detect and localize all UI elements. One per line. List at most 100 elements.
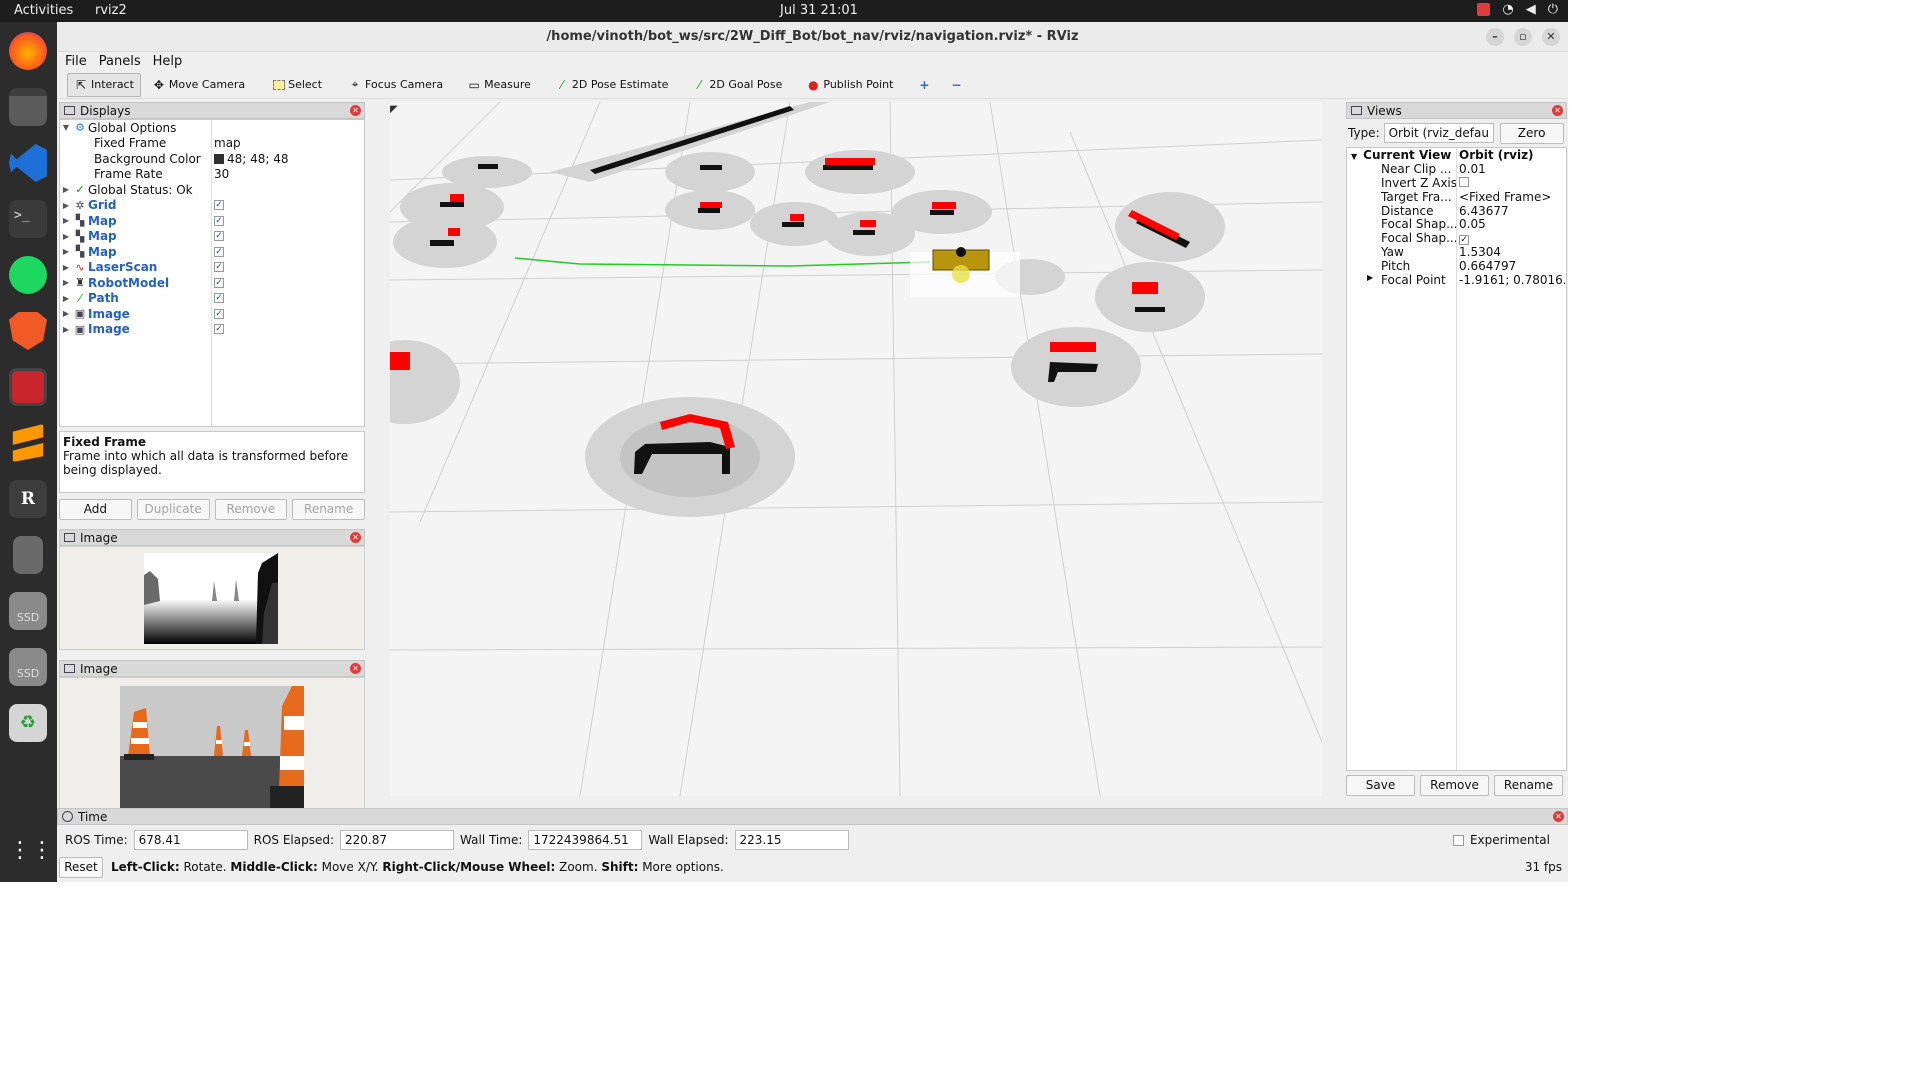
enable-checkbox[interactable]: ✓ [214, 324, 224, 335]
maximize-button[interactable]: ▫ [1514, 28, 1532, 46]
terminal-icon[interactable]: >_ [9, 200, 47, 238]
add-tool-button[interactable]: + [910, 73, 938, 97]
firefox-icon[interactable] [9, 32, 47, 70]
trash-icon[interactable]: ♻ [9, 704, 47, 742]
focal-shape-checkbox[interactable]: ✓ [1459, 235, 1469, 246]
close-button[interactable]: ✕ [1542, 28, 1560, 46]
chevron-right-icon[interactable]: ▶ [60, 325, 72, 334]
chevron-right-icon[interactable]: ▶ [60, 232, 72, 241]
ros-time-field[interactable]: 678.41 [133, 830, 248, 850]
menu-panels[interactable]: Panels [99, 52, 141, 71]
remove-tool-button[interactable]: − [942, 73, 970, 97]
rename-view-button[interactable]: Rename [1494, 775, 1563, 796]
wall-elapsed-field[interactable]: 223.15 [734, 830, 849, 850]
save-view-button[interactable]: Save [1346, 775, 1415, 796]
drive-icon[interactable] [13, 536, 43, 574]
invert-z-checkbox[interactable] [1459, 176, 1469, 187]
menu-help[interactable]: Help [153, 52, 183, 71]
tree-row-frame-rate[interactable]: Frame Rate 30 [60, 167, 364, 183]
frame-rate-value[interactable]: 30 [214, 167, 229, 181]
ssd-icon[interactable]: SSD [9, 648, 47, 686]
views-panel-header[interactable]: Views ✕ [1346, 102, 1567, 119]
close-icon[interactable]: ✕ [350, 532, 361, 543]
time-panel-header[interactable]: Time ✕ [57, 808, 1568, 825]
close-icon[interactable]: ✕ [1552, 105, 1563, 116]
chevron-right-icon[interactable]: ▶ [60, 247, 72, 256]
interact-tool-button[interactable]: ⇱ Interact [67, 72, 141, 97]
tree-row-map[interactable]: ▶ ▚ Map ✓ [60, 213, 364, 229]
screencast-icon[interactable] [9, 368, 47, 406]
system-tray[interactable]: ◔ ◀ ⏻ [1477, 2, 1558, 17]
clock[interactable]: Jul 31 21:01 [780, 3, 858, 18]
view-type-select[interactable]: Orbit (rviz_defau [1383, 123, 1494, 143]
vscode-icon[interactable] [9, 144, 47, 182]
measure-tool-button[interactable]: ▭ Measure [460, 73, 538, 97]
tree-row-fixed-frame[interactable]: Fixed Frame map [60, 136, 364, 152]
sublime-icon[interactable] [12, 424, 44, 462]
menu-file[interactable]: File [65, 52, 87, 71]
chevron-right-icon[interactable]: ▶ [60, 185, 72, 194]
publish-point-tool-button[interactable]: ● Publish Point [799, 73, 900, 97]
enable-checkbox[interactable]: ✓ [214, 293, 224, 304]
files-icon[interactable] [9, 88, 47, 126]
chevron-right-icon[interactable]: ▶ [60, 278, 72, 287]
ssd-icon[interactable]: SSD [9, 592, 47, 630]
tree-row-global-options[interactable]: ▼ ⚙ Global Options [60, 120, 364, 136]
duplicate-display-button[interactable]: Duplicate [136, 499, 210, 520]
activities-button[interactable]: Activities [14, 3, 73, 18]
chevron-right-icon[interactable]: ▶ [60, 309, 72, 318]
enable-checkbox[interactable]: ✓ [214, 277, 224, 288]
tree-row-laserscan[interactable]: ▶ ∿ LaserScan ✓ [60, 260, 364, 276]
active-app-label[interactable]: rviz2 [95, 3, 127, 18]
brave-icon[interactable] [9, 312, 47, 350]
tree-row-path[interactable]: ▶ ⁄ Path ✓ [60, 291, 364, 307]
enable-checkbox[interactable]: ✓ [214, 308, 224, 319]
chevron-right-icon[interactable]: ▶ [60, 201, 72, 210]
goal-pose-tool-button[interactable]: ⁄ 2D Goal Pose [685, 73, 789, 97]
chevron-right-icon[interactable]: ▶ [60, 294, 72, 303]
remove-display-button[interactable]: Remove [214, 499, 288, 520]
wall-time-field[interactable]: 1722439864.51 [528, 830, 643, 850]
3d-render-view[interactable]: ◤ ◀ ▶ [390, 102, 1322, 796]
tree-row-grid[interactable]: ▶ ✲ Grid ✓ [60, 198, 364, 214]
image-panel-header[interactable]: Image ✕ [59, 660, 365, 677]
ros-elapsed-field[interactable]: 220.87 [340, 830, 455, 850]
minimize-button[interactable]: – [1486, 28, 1504, 46]
enable-checkbox[interactable]: ✓ [214, 246, 224, 257]
displays-panel-header[interactable]: Displays ✕ [59, 102, 365, 119]
fixed-frame-value[interactable]: map [214, 136, 241, 150]
chevron-down-icon[interactable]: ▼ [1351, 152, 1357, 161]
background-color-value[interactable]: 48; 48; 48 [214, 152, 289, 166]
rviz-icon[interactable]: R [9, 480, 47, 518]
focus-camera-tool-button[interactable]: ⌖ Focus Camera [341, 73, 450, 97]
rename-display-button[interactable]: Rename [292, 499, 365, 520]
move-camera-tool-button[interactable]: ✥ Move Camera [145, 73, 252, 97]
displays-tree[interactable]: ▼ ⚙ Global Options Fixed Frame map Backgrou… [59, 119, 365, 427]
select-tool-button[interactable]: Select [266, 73, 329, 97]
close-icon[interactable]: ✕ [350, 663, 361, 674]
tree-row-map[interactable]: ▶ ▚ Map ✓ [60, 229, 364, 245]
tree-row-robotmodel[interactable]: ▶ ♜ RobotModel ✓ [60, 275, 364, 291]
tree-row-global-status[interactable]: ▶ ✓ Global Status: Ok [60, 182, 364, 198]
enable-checkbox[interactable]: ✓ [214, 262, 224, 273]
enable-checkbox[interactable]: ✓ [214, 215, 224, 226]
experimental-checkbox[interactable] [1452, 834, 1464, 846]
views-property-tree[interactable]: ▼ Current View Orbit (rviz) Near Clip ... 0… [1346, 147, 1567, 771]
close-icon[interactable]: ✕ [1553, 811, 1564, 822]
image-panel-header[interactable]: Image ✕ [59, 529, 365, 546]
chevron-down-icon[interactable]: ▼ [60, 123, 72, 132]
window-titlebar[interactable]: /home/vinoth/bot_ws/src/2W_Diff_Bot/bot_… [57, 22, 1568, 52]
pose-estimate-tool-button[interactable]: ⁄ 2D Pose Estimate [548, 73, 676, 97]
zero-button[interactable]: Zero [1499, 122, 1564, 144]
tree-row-map[interactable]: ▶ ▚ Map ✓ [60, 244, 364, 260]
spotify-icon[interactable] [9, 256, 47, 294]
tree-row-background-color[interactable]: Background Color 48; 48; 48 [60, 151, 364, 167]
close-icon[interactable]: ✕ [350, 105, 361, 116]
chevron-right-icon[interactable]: ▶ [60, 263, 72, 272]
add-display-button[interactable]: Add [59, 499, 132, 520]
reset-button[interactable]: Reset [59, 856, 103, 878]
chevron-right-icon[interactable]: ▶ [1367, 273, 1373, 282]
enable-checkbox[interactable]: ✓ [214, 200, 224, 211]
remove-view-button[interactable]: Remove [1420, 775, 1489, 796]
app-grid-icon[interactable]: ⋮⋮⋮ [9, 832, 75, 870]
